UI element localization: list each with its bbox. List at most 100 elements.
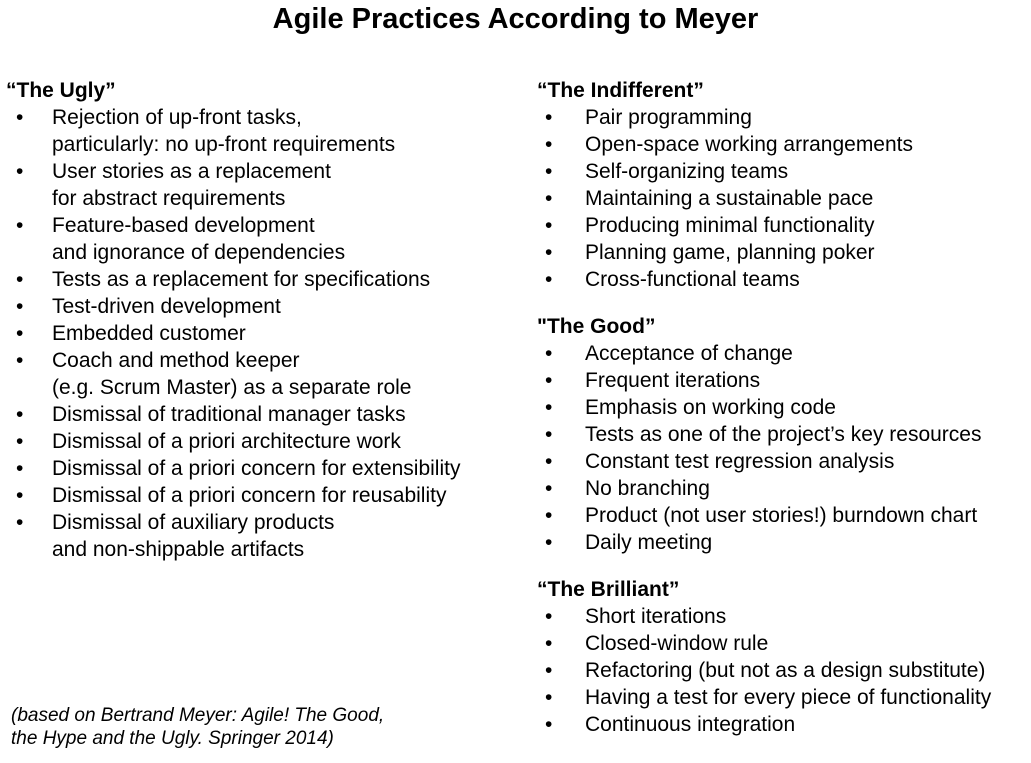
bullet-icon: • bbox=[545, 214, 553, 237]
list-item: • Coach and method keeper (e.g. Scrum Mast… bbox=[6, 347, 526, 401]
list-item-text: particularly: no up-front requirements bbox=[52, 133, 396, 156]
list-item-text: Self-organizing teams bbox=[585, 160, 789, 183]
list-item: • Dismissal of a priori concern for reusa… bbox=[6, 482, 526, 509]
citation-line: (based on Bertrand Meyer: Agile! The Goo… bbox=[11, 705, 385, 726]
list-item-text: Frequent iterations bbox=[585, 369, 761, 392]
list-item: • Producing minimal functionality bbox=[537, 212, 1031, 239]
list-item-text: for abstract requirements bbox=[52, 187, 286, 210]
list-item-text: Tests as a replacement for specification… bbox=[52, 268, 431, 291]
list-item: • Constant test regression analysis bbox=[537, 448, 1031, 475]
section-heading: “The Ugly” bbox=[6, 79, 116, 102]
slide: { "title": "Agile Practices According to… bbox=[0, 0, 1031, 763]
section-heading: “The Indifferent” bbox=[537, 79, 704, 102]
list-item: • Feature-based development and ignorance … bbox=[6, 212, 526, 266]
list-item-text: Feature-based development bbox=[52, 214, 315, 237]
bullet-icon: • bbox=[16, 295, 24, 318]
right-column: “The Indifferent” • Pair programming • Open-… bbox=[537, 78, 1031, 738]
list-item-text: Tests as one of the project’s key resour… bbox=[585, 423, 982, 446]
list-item-text: Open-space working arrangements bbox=[585, 133, 914, 156]
list-item-text: Short iterations bbox=[585, 605, 727, 628]
section-heading: “The Brilliant” bbox=[537, 578, 680, 601]
slide-title: Agile Practices According to Meyer bbox=[272, 3, 759, 35]
list-item: • Emphasis on working code bbox=[537, 394, 1031, 421]
list-item-text: Acceptance of change bbox=[585, 342, 793, 365]
list-item: • Short iterations bbox=[537, 603, 1031, 630]
list-item: • Tests as a replacement for specificatio… bbox=[6, 266, 526, 293]
list-item-text: Planning game, planning poker bbox=[585, 241, 875, 264]
list-item-text: Dismissal of a priori architecture work bbox=[52, 430, 401, 453]
bullet-icon: • bbox=[545, 268, 553, 291]
bullet-icon: • bbox=[545, 133, 553, 156]
bullet-icon: • bbox=[545, 369, 553, 392]
list-item-text: Dismissal of a priori concern for reusab… bbox=[52, 484, 447, 507]
section: "The Good” • Acceptance of change • Frequent… bbox=[537, 314, 1031, 556]
bullet-icon: • bbox=[16, 484, 24, 507]
bullet-icon: • bbox=[545, 632, 553, 655]
bullet-icon: • bbox=[16, 430, 24, 453]
list-item: • Embedded customer bbox=[6, 320, 526, 347]
bullet-icon: • bbox=[16, 268, 24, 291]
list-item-text: Coach and method keeper bbox=[52, 349, 300, 372]
bullet-icon: • bbox=[545, 187, 553, 210]
list-item: • Daily meeting bbox=[537, 529, 1031, 556]
list-item-text: Emphasis on working code bbox=[585, 396, 836, 419]
section: “The Indifferent” • Pair programming • Open-… bbox=[537, 78, 1031, 293]
bullet-icon: • bbox=[545, 106, 553, 129]
list-item-text: Refactoring (but not as a design substit… bbox=[585, 659, 986, 682]
bullet-list: • Rejection of up-front tasks, particularl… bbox=[6, 104, 526, 563]
list-item: • Open-space working arrangements bbox=[537, 131, 1031, 158]
list-item-text: Dismissal of a priori concern for extens… bbox=[52, 457, 461, 480]
section: “The Brilliant” • Short iterations • Closed-… bbox=[537, 577, 1031, 738]
list-item: • Dismissal of a priori architecture work bbox=[6, 428, 526, 455]
list-item: • Product (not user stories!) burndown ch… bbox=[537, 502, 1031, 529]
list-item: • Closed-window rule bbox=[537, 630, 1031, 657]
list-item: • Dismissal of a priori concern for exten… bbox=[6, 455, 526, 482]
list-item-text: Having a test for every piece of functio… bbox=[585, 686, 992, 709]
bullet-icon: • bbox=[545, 531, 553, 554]
list-item: • Acceptance of change bbox=[537, 340, 1031, 367]
list-item-text: Daily meeting bbox=[585, 531, 713, 554]
list-item-text: Cross-functional teams bbox=[585, 268, 800, 291]
list-item: • Maintaining a sustainable pace bbox=[537, 185, 1031, 212]
list-item: • Planning game, planning poker bbox=[537, 239, 1031, 266]
list-item-text: (e.g. Scrum Master) as a separate role bbox=[52, 376, 412, 399]
bullet-icon: • bbox=[545, 659, 553, 682]
list-item-text: Dismissal of traditional manager tasks bbox=[52, 403, 406, 426]
bullet-icon: • bbox=[16, 511, 24, 534]
citation: (based on Bertrand Meyer: Agile! The Goo… bbox=[11, 704, 491, 750]
list-item: • Dismissal of traditional manager tasks bbox=[6, 401, 526, 428]
bullet-icon: • bbox=[16, 457, 24, 480]
bullet-list: • Acceptance of change • Frequent iteration… bbox=[537, 340, 1031, 556]
list-item-text: and non-shippable artifacts bbox=[52, 538, 305, 561]
list-item: • Refactoring (but not as a design substi… bbox=[537, 657, 1031, 684]
list-item-text: User stories as a replacement bbox=[52, 160, 331, 183]
list-item-text: Rejection of up-front tasks, bbox=[52, 106, 302, 129]
bullet-list: • Short iterations • Closed-window rule • Ref… bbox=[537, 603, 1031, 738]
list-item-text: Embedded customer bbox=[52, 322, 246, 345]
list-item-text: Dismissal of auxiliary products bbox=[52, 511, 335, 534]
list-item: • Continuous integration bbox=[537, 711, 1031, 738]
list-item-text: Test-driven development bbox=[52, 295, 281, 318]
list-item: • Frequent iterations bbox=[537, 367, 1031, 394]
list-item-text: Closed-window rule bbox=[585, 632, 769, 655]
bullet-icon: • bbox=[545, 477, 553, 500]
bullet-icon: • bbox=[545, 450, 553, 473]
bullet-icon: • bbox=[545, 241, 553, 264]
list-item: • Having a test for every piece of functi… bbox=[537, 684, 1031, 711]
bullet-icon: • bbox=[545, 396, 553, 419]
list-item-text: and ignorance of dependencies bbox=[52, 241, 346, 264]
list-item: • Rejection of up-front tasks, particularl… bbox=[6, 104, 526, 158]
bullet-icon: • bbox=[545, 504, 553, 527]
list-item: • User stories as a replacement for abstra… bbox=[6, 158, 526, 212]
bullet-icon: • bbox=[545, 605, 553, 628]
citation-line: the Hype and the Ugly. Springer 2014) bbox=[11, 728, 334, 749]
bullet-icon: • bbox=[545, 423, 553, 446]
list-item-text: Continuous integration bbox=[585, 713, 796, 736]
bullet-icon: • bbox=[545, 342, 553, 365]
list-item-text: Producing minimal functionality bbox=[585, 214, 875, 237]
bullet-icon: • bbox=[545, 160, 553, 183]
bullet-icon: • bbox=[545, 713, 553, 736]
list-item: • Tests as one of the project’s key resou… bbox=[537, 421, 1031, 448]
bullet-icon: • bbox=[16, 214, 24, 237]
list-item-text: Maintaining a sustainable pace bbox=[585, 187, 874, 210]
